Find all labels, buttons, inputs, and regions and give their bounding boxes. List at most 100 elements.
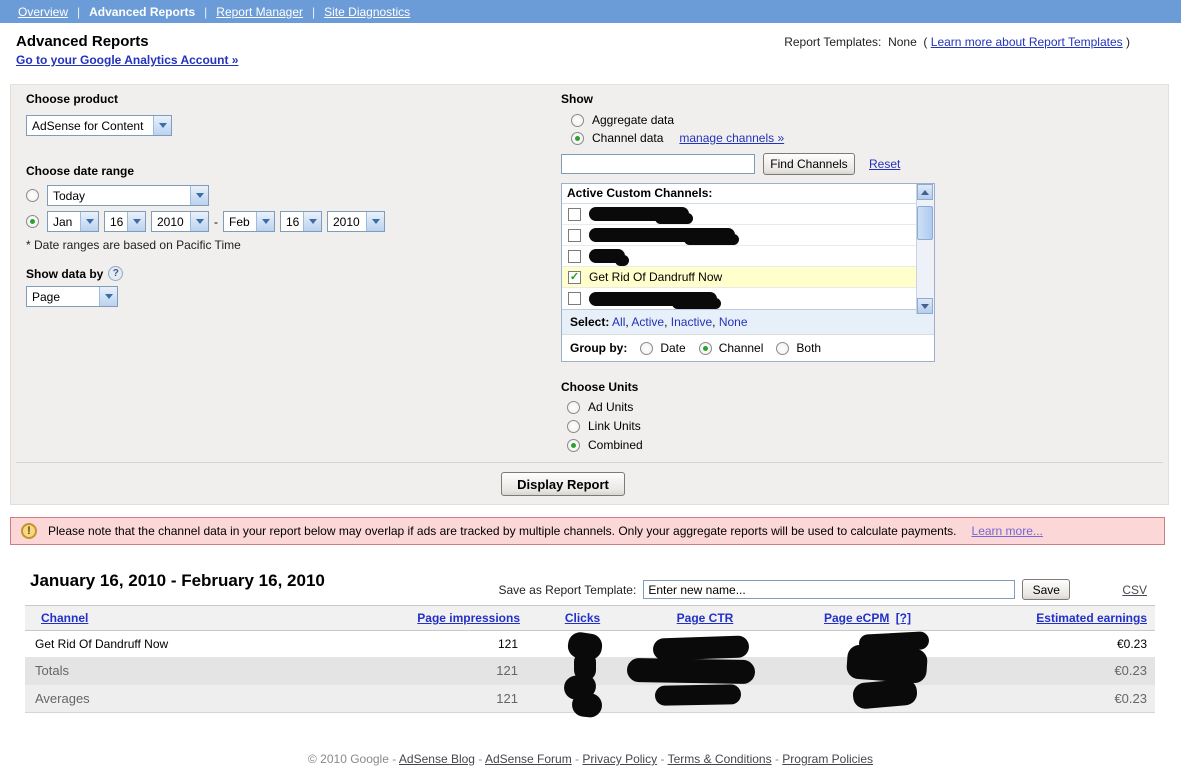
paren: ) — [1126, 35, 1130, 49]
footer-privacy-policy[interactable]: Privacy Policy — [582, 752, 657, 766]
ad-units-radio[interactable] — [567, 400, 580, 414]
manage-channels-link[interactable]: manage channels » — [679, 131, 784, 145]
save-button[interactable]: Save — [1022, 579, 1071, 600]
nav-overview[interactable]: Overview — [18, 5, 68, 19]
ecpm-cell-redacted — [775, 631, 960, 657]
csv-link[interactable]: CSV — [1122, 583, 1147, 597]
chevron-down-icon — [80, 212, 98, 231]
learn-more-link[interactable]: Learn more... — [972, 524, 1043, 538]
from-month-value: Jan — [53, 214, 73, 229]
scroll-up-icon[interactable] — [917, 184, 933, 200]
channels-scrollbar[interactable] — [916, 184, 934, 314]
clicks-cell-redacted — [530, 631, 635, 657]
show-data-by-select[interactable]: Page — [26, 286, 118, 307]
report-templates-line: Report Templates: None ( Learn more abou… — [784, 35, 1130, 49]
nav-report-manager[interactable]: Report Manager — [216, 5, 303, 19]
from-day-select[interactable]: 16 — [104, 211, 146, 232]
to-day-select[interactable]: 16 — [280, 211, 322, 232]
template-name-input[interactable] — [643, 580, 1016, 599]
col-clicks[interactable]: Clicks — [565, 611, 600, 625]
find-channels-input[interactable] — [561, 154, 755, 174]
nav-site-diagnostics[interactable]: Site Diagnostics — [324, 5, 410, 19]
group-by-both-radio[interactable] — [776, 341, 790, 355]
group-by-date-radio[interactable] — [640, 341, 654, 355]
table-row: Get Rid Of Dandruff Now 121 €0.23 — [25, 630, 1155, 657]
ctr-cell-redacted — [635, 685, 775, 713]
footer-adsense-forum[interactable]: AdSense Forum — [485, 752, 572, 766]
ctr-cell-redacted — [635, 657, 775, 685]
date-range-dash: - — [214, 214, 218, 229]
channel-checkbox[interactable] — [568, 292, 581, 305]
product-select[interactable]: AdSense for Content — [26, 115, 172, 136]
footer-adsense-blog[interactable]: AdSense Blog — [399, 752, 475, 766]
channel-checkbox-checked[interactable]: ✓ — [568, 270, 581, 284]
comma: , — [625, 315, 629, 329]
select-none-link[interactable]: None — [719, 315, 748, 329]
panel-divider — [16, 462, 1163, 463]
ecpm-cell-redacted — [775, 685, 960, 713]
date-preset-select[interactable]: Today — [47, 185, 209, 206]
channel-checkbox[interactable] — [568, 228, 581, 242]
channel-checkbox[interactable] — [568, 207, 581, 221]
date-custom-radio[interactable] — [26, 215, 39, 228]
from-year-select[interactable]: 2010 — [151, 211, 209, 232]
ecpm-help-link[interactable]: [?] — [896, 611, 911, 625]
page-title: Advanced Reports — [16, 33, 149, 50]
channel-row[interactable] — [562, 225, 918, 246]
date-preset-value: Today — [53, 188, 86, 203]
select-active-link[interactable]: Active — [631, 315, 664, 329]
earnings-cell: €0.23 — [1114, 663, 1147, 678]
nav-advanced-reports[interactable]: Advanced Reports — [89, 5, 195, 19]
from-month-select[interactable]: Jan — [47, 211, 99, 232]
ecpm-cell-redacted — [775, 657, 960, 685]
comma: , — [664, 315, 668, 329]
copyright: © 2010 Google — [308, 752, 389, 766]
chevron-down-icon — [99, 287, 117, 306]
table-header-row: Channel Page impressions Clicks Page CTR… — [25, 605, 1155, 631]
display-report-button[interactable]: Display Report — [501, 472, 625, 496]
link-units-radio[interactable] — [567, 419, 580, 433]
help-icon[interactable]: ? — [108, 266, 124, 281]
find-channels-button[interactable]: Find Channels — [763, 153, 855, 175]
footer-separator: - — [575, 752, 580, 766]
from-day-value: 16 — [110, 214, 124, 229]
channel-row[interactable] — [562, 246, 918, 267]
select-inactive-link[interactable]: Inactive — [671, 315, 712, 329]
report-options-panel: Choose product AdSense for Content Choos… — [10, 84, 1169, 505]
learn-more-templates-link[interactable]: Learn more about Report Templates — [931, 35, 1123, 49]
col-page-ecpm[interactable]: Page eCPM — [824, 611, 889, 625]
to-year-value: 2010 — [333, 214, 360, 229]
col-page-ctr[interactable]: Page CTR — [677, 611, 734, 625]
col-estimated-earnings[interactable]: Estimated earnings — [1036, 611, 1147, 625]
channel-checkbox[interactable] — [568, 249, 581, 263]
scrollbar-thumb[interactable] — [917, 206, 933, 240]
combined-radio[interactable] — [567, 438, 580, 452]
to-month-value: Feb — [229, 214, 250, 229]
channel-row-selected[interactable]: ✓ Get Rid Of Dandruff Now — [562, 267, 918, 288]
channel-name: Get Rid Of Dandruff Now — [589, 270, 723, 284]
google-analytics-link[interactable]: Go to your Google Analytics Account » — [16, 53, 238, 67]
to-year-select[interactable]: 2010 — [327, 211, 385, 232]
col-channel[interactable]: Channel — [41, 611, 88, 625]
select-all-link[interactable]: All — [612, 315, 625, 329]
impressions-cell: 121 — [497, 636, 518, 651]
combined-label: Combined — [588, 438, 643, 452]
choose-units-label: Choose Units — [561, 380, 639, 394]
aggregate-data-radio[interactable] — [571, 113, 584, 127]
chevron-down-icon — [190, 212, 208, 231]
scroll-down-icon[interactable] — [917, 298, 933, 314]
to-month-select[interactable]: Feb — [223, 211, 275, 232]
group-by-row: Group by: Date Channel Both — [562, 334, 934, 361]
link-units-label: Link Units — [588, 419, 641, 433]
footer-terms-conditions[interactable]: Terms & Conditions — [668, 752, 772, 766]
date-preset-radio[interactable] — [26, 189, 39, 202]
channel-row[interactable] — [562, 204, 918, 225]
reset-link[interactable]: Reset — [869, 157, 900, 171]
show-data-by-value: Page — [32, 289, 61, 304]
group-by-channel-radio[interactable] — [698, 341, 712, 355]
channel-data-radio[interactable] — [571, 131, 584, 145]
choose-date-range-label: Choose date range — [26, 164, 135, 178]
channel-row[interactable] — [562, 288, 918, 309]
footer-program-policies[interactable]: Program Policies — [782, 752, 873, 766]
col-page-impressions[interactable]: Page impressions — [417, 611, 520, 625]
